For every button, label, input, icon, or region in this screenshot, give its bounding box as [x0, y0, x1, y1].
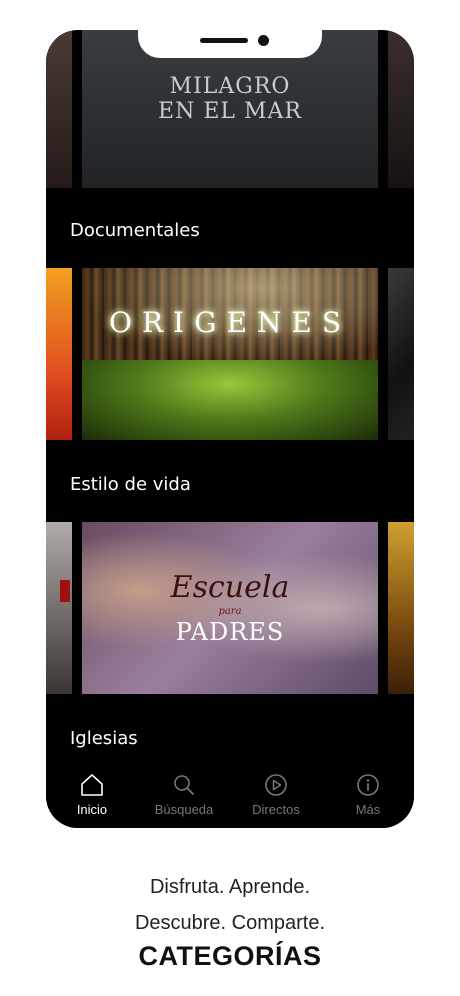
tab-label: Búsqueda [154, 802, 214, 817]
phone-notch [138, 30, 322, 58]
poster-escuela-para-padres[interactable]: Escuela para PADRES [82, 522, 378, 694]
tab-label: Directos [252, 802, 300, 817]
tab-mas[interactable]: Más [322, 772, 414, 817]
carousel-peek-right[interactable] [388, 30, 414, 188]
carousel-peek-right[interactable] [388, 268, 414, 440]
search-icon [174, 775, 194, 795]
headline-categorias: CATEGORÍAS [138, 941, 322, 971]
poster-title-small: para [218, 606, 242, 617]
tab-label: Más [355, 802, 381, 817]
tab-directos[interactable]: Directos [230, 772, 322, 817]
poster-origenes[interactable]: ORIGENES [82, 268, 378, 440]
section-label-documentales: Documentales [70, 220, 200, 241]
section-label-estilo-de-vida: Estilo de vida [70, 474, 191, 495]
front-camera [258, 35, 269, 46]
tab-label: Inicio [76, 802, 108, 817]
carousel-peek-left[interactable] [46, 268, 72, 440]
play-icon [265, 774, 287, 796]
tab-busqueda[interactable]: Búsqueda [138, 772, 230, 817]
poster-fragment [60, 580, 70, 602]
carousel-peek-right[interactable] [388, 522, 414, 694]
tab-inicio[interactable]: Inicio [46, 772, 138, 817]
carousel-peek-left[interactable] [46, 522, 72, 694]
poster-title: MILAGRO EN EL MAR [158, 74, 302, 124]
speaker-grille [200, 38, 248, 43]
home-icon [81, 774, 103, 796]
poster-title: ORIGENES [108, 306, 352, 339]
section-label-iglesias: Iglesias [70, 728, 138, 749]
info-icon [357, 774, 379, 796]
poster-title-line1: Escuela [170, 570, 290, 605]
carousel-peek-left[interactable] [46, 30, 72, 188]
tagline-line2: Descubre. Comparte. [134, 912, 326, 934]
phone-frame: MILAGRO EN EL MAR Documentales ORIGENES … [46, 30, 414, 828]
poster-title-line2: PADRES [175, 618, 285, 646]
poster-forest-floor [82, 360, 378, 440]
tagline-line1: Disfruta. Aprende. [149, 876, 311, 898]
bottom-tab-bar: Inicio Búsqueda Directos Más [46, 766, 414, 828]
